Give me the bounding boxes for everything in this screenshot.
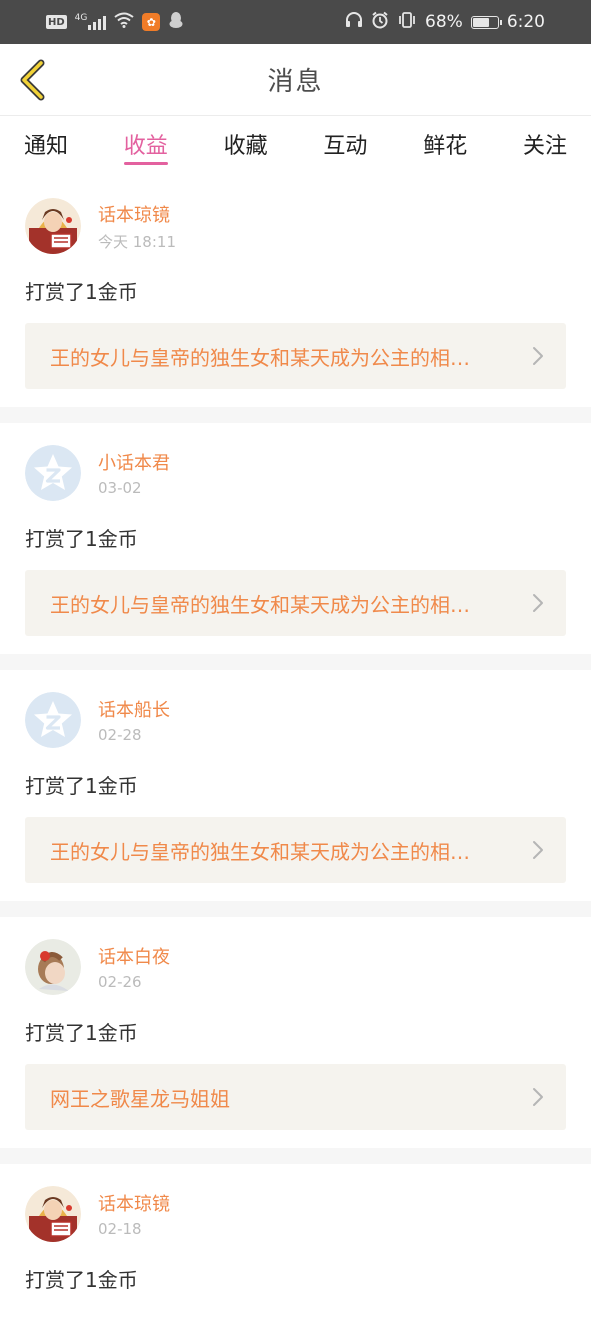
user-meta: 话本琼镜今天 18:11 xyxy=(98,201,176,252)
hd-icon: HD xyxy=(46,15,67,29)
avatar[interactable] xyxy=(25,692,81,748)
book-title: 王的女儿与皇帝的独生女和某天成为公主的相… xyxy=(50,839,470,864)
username[interactable]: 小话本君 xyxy=(98,449,170,475)
chevron-right-icon xyxy=(533,1088,543,1106)
message-card: 话本琼镜 02-18 打赏了1金币 xyxy=(0,1164,591,1329)
cell-signal-icon: 4G xyxy=(75,14,107,30)
book-link[interactable]: 网王之歌星龙马姐姐 xyxy=(25,1064,566,1130)
message-card: 话本琼镜今天 18:11 打赏了1金币王的女儿与皇帝的独生女和某天成为公主的相… xyxy=(0,176,591,407)
chevron-right-icon xyxy=(533,594,543,612)
tab-notice[interactable]: 通知 xyxy=(24,116,68,160)
avatar[interactable] xyxy=(25,939,81,995)
status-bar: HD 4G ✿ 68% 6:20 xyxy=(0,0,591,44)
user-meta: 话本船长 02-28 xyxy=(98,696,170,744)
qq-penguin-icon xyxy=(168,11,184,34)
user-meta: 小话本君 03-02 xyxy=(98,449,170,497)
headphones-icon xyxy=(345,11,363,34)
back-chevron-icon xyxy=(20,59,45,101)
username[interactable]: 话本琼镜 xyxy=(98,201,176,227)
message-header: 话本白夜 02-26 xyxy=(25,939,566,995)
book-title: 王的女儿与皇帝的独生女和某天成为公主的相… xyxy=(50,345,470,370)
chevron-right-icon xyxy=(533,347,543,365)
message-list: 话本琼镜 今天 18:11 打赏了1金币 王的女儿与皇帝的独生女和某天成为公主的相… 小… xyxy=(0,176,591,1329)
message-action: 打赏了1金币 xyxy=(25,527,138,551)
book-title: 网王之歌星龙马姐姐 xyxy=(50,1086,230,1111)
header: 消息 xyxy=(0,44,591,116)
timestamp: 02-26 xyxy=(98,973,142,991)
tab-bar: 通知 收益 收藏 互动 鲜花 关注 xyxy=(0,116,591,176)
message-action: 打赏了1金币 xyxy=(25,774,138,798)
username[interactable]: 话本琼镜 xyxy=(98,1190,170,1216)
tab-following[interactable]: 关注 xyxy=(523,116,567,160)
tab-favorites[interactable]: 收藏 xyxy=(224,116,268,160)
book-link[interactable]: 王的女儿与皇帝的独生女和某天成为公主的相… xyxy=(25,323,566,389)
clock: 6:20 xyxy=(506,12,545,32)
message-action: 打赏了1金币 xyxy=(25,1021,138,1045)
avatar[interactable] xyxy=(25,445,81,501)
timestamp: 02-28 xyxy=(98,726,142,744)
timestamp: 02-18 xyxy=(98,1220,142,1238)
username[interactable]: 话本白夜 xyxy=(98,943,170,969)
message-card: 小话本君 03-02 打赏了1金币王的女儿与皇帝的独生女和某天成为公主的相… xyxy=(0,423,591,654)
user-meta: 话本白夜 02-26 xyxy=(98,943,170,991)
wifi-icon xyxy=(114,12,134,33)
message-action: 打赏了1金币 xyxy=(25,280,138,304)
page-title: 消息 xyxy=(267,67,324,97)
network-type: 4G xyxy=(74,13,88,23)
tab-earnings[interactable]: 收益 xyxy=(123,116,168,165)
battery-icon xyxy=(470,15,502,29)
tab-interactions[interactable]: 互动 xyxy=(323,116,367,160)
timestamp: 今天 18:11 xyxy=(98,232,176,251)
status-bar-left: HD 4G ✿ xyxy=(46,11,184,34)
book-link[interactable]: 王的女儿与皇帝的独生女和某天成为公主的相… xyxy=(25,817,566,883)
book-title: 王的女儿与皇帝的独生女和某天成为公主的相… xyxy=(50,592,470,617)
alarm-icon xyxy=(371,11,389,34)
message-header: 话本琼镜 02-18 xyxy=(25,1186,566,1242)
status-bar-right: 68% 6:20 xyxy=(345,11,545,34)
book-link[interactable]: 王的女儿与皇帝的独生女和某天成为公主的相… xyxy=(25,570,566,636)
avatar[interactable] xyxy=(25,1186,81,1242)
message-header: 话本船长 02-28 xyxy=(25,692,566,748)
tab-flowers[interactable]: 鲜花 xyxy=(423,116,467,160)
message-header: 小话本君 03-02 xyxy=(25,445,566,501)
back-button[interactable] xyxy=(12,56,52,104)
battery-percent: 68% xyxy=(425,12,463,32)
message-card: 话本白夜 02-26 打赏了1金币网王之歌星龙马姐姐 xyxy=(0,917,591,1148)
user-meta: 话本琼镜 02-18 xyxy=(98,1190,170,1238)
chevron-right-icon xyxy=(533,841,543,859)
message-header: 话本琼镜今天 18:11 xyxy=(25,198,566,254)
message-action: 打赏了1金币 xyxy=(25,1268,138,1292)
avatar[interactable] xyxy=(25,198,81,254)
timestamp: 03-02 xyxy=(98,479,142,497)
username[interactable]: 话本船长 xyxy=(98,696,170,722)
message-card: 话本船长 02-28 打赏了1金币王的女儿与皇帝的独生女和某天成为公主的相… xyxy=(0,670,591,901)
app-notification-icon: ✿ xyxy=(142,13,161,31)
vibrate-icon xyxy=(397,11,417,34)
